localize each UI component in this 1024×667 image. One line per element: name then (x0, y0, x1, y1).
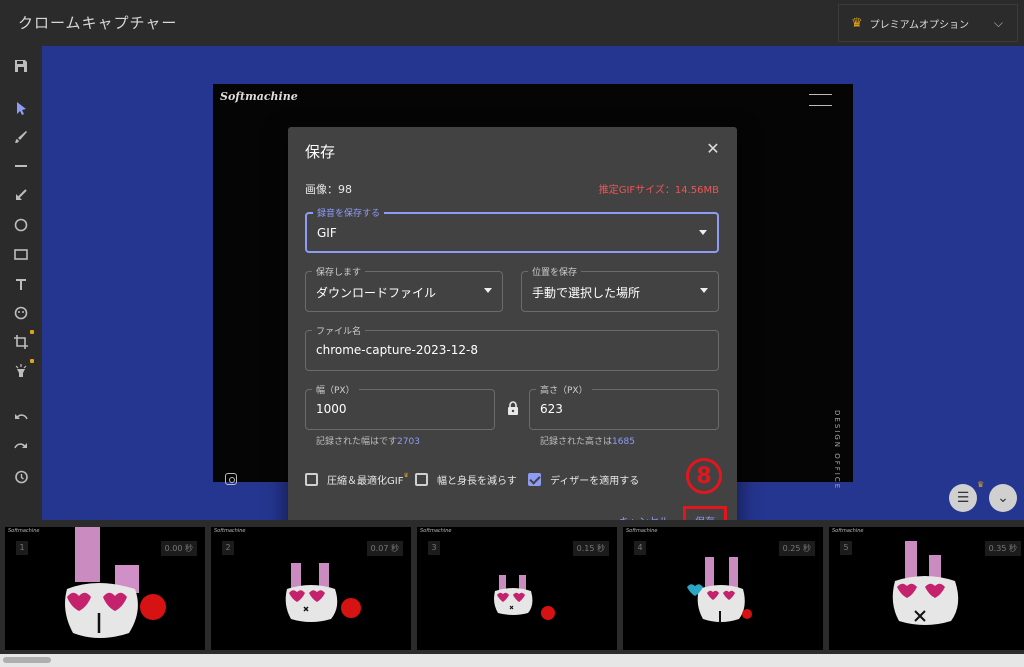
frame-brand: Softmachine (832, 528, 864, 534)
frame-time: 0.25 秒 (778, 541, 815, 556)
format-select[interactable]: 録音を保存する GIF (305, 206, 719, 253)
save-tool-icon[interactable] (11, 56, 31, 76)
top-bar: クロームキャプチャー ♛ プレミアムオプション ⌵ (0, 0, 1024, 46)
tool-sidebar (0, 46, 42, 520)
arrow-icon[interactable] (11, 185, 31, 205)
height-helper: 記録された高さは1685 (540, 434, 635, 447)
scrollbar-thumb[interactable] (3, 657, 51, 663)
lock-icon[interactable] (507, 401, 519, 415)
estimated-size: 推定GIFサイズ：14.56MB (598, 185, 719, 196)
frame-thumbnail[interactable]: Softmachine 1 0.00 秒 (5, 527, 205, 650)
compress-optimize-checkbox[interactable]: 圧縮＆最適化GIF ♛ (305, 472, 409, 487)
side-vertical-text: DESIGN OFFICE (833, 410, 841, 491)
emoji-icon[interactable] (11, 303, 31, 323)
format-label: 録音を保存する (313, 206, 385, 219)
chevron-down-icon: ⌵ (993, 16, 1003, 30)
width-label: 幅（PX） (312, 383, 359, 396)
frame-thumbnail[interactable]: Softmachine 2 0.07 秒 (211, 527, 411, 650)
frame-thumbnail[interactable]: Softmachine 4 0.25 秒 (623, 527, 823, 650)
premium-label: プレミアムオプション (869, 19, 969, 31)
site-logo: Softmachine (220, 90, 298, 103)
width-helper-text: 記録された幅はです (316, 437, 398, 447)
close-icon[interactable]: ✕ (705, 141, 721, 157)
width-value: 1000 (316, 402, 347, 416)
compress-optimize-label: 圧縮＆最適化GIF (327, 476, 404, 487)
reduce-size-label: 幅と身長を減らす (437, 476, 517, 487)
frame-thumbnail[interactable]: Softmachine 5 0.35 秒 (829, 527, 1024, 650)
frame-index: 1 (16, 541, 28, 555)
step-marker: 8 (686, 458, 722, 494)
expand-fab-button[interactable]: ⌄ (989, 484, 1017, 512)
dialog-title: 保存 (305, 143, 336, 161)
frame-brand: Softmachine (214, 528, 246, 534)
checkbox-checked (528, 473, 541, 486)
premium-dot-icon (30, 330, 34, 334)
horizontal-scrollbar[interactable] (0, 654, 1024, 667)
premium-options-dropdown[interactable]: ♛ プレミアムオプション ⌵ (838, 4, 1018, 42)
height-input[interactable]: 高さ（PX） 623 (529, 383, 719, 430)
frame-time: 0.15 秒 (572, 541, 609, 556)
frame-time: 0.35 秒 (984, 541, 1021, 556)
caret-down-icon (700, 288, 708, 293)
frame-time: 0.00 秒 (160, 541, 197, 556)
frame-time: 0.07 秒 (366, 541, 403, 556)
recorded-height: 1685 (612, 437, 635, 447)
image-count: 画像：98 (305, 183, 352, 196)
checkbox-box (415, 473, 428, 486)
caret-down-icon (484, 288, 492, 293)
height-label: 高さ（PX） (536, 383, 592, 396)
reduce-size-checkbox[interactable]: 幅と身長を減らす (415, 472, 517, 487)
caret-down-icon (699, 230, 707, 235)
save-dialog: 保存 ✕ 画像：98 推定GIFサイズ：14.56MB 録音を保存する GIF … (288, 127, 737, 539)
line-icon[interactable] (11, 156, 31, 176)
hamburger-icon (809, 94, 832, 106)
checkbox-box (305, 473, 318, 486)
filename-value: chrome-capture-2023-12-8 (316, 343, 478, 357)
frame-brand: Softmachine (420, 528, 452, 534)
circle-icon[interactable] (11, 215, 31, 235)
instagram-icon (225, 473, 237, 485)
undo-icon[interactable] (11, 408, 31, 428)
frame-brand: Softmachine (626, 528, 658, 534)
menu-icon: ☰ (956, 490, 970, 506)
frame-brand: Softmachine (8, 528, 40, 534)
save-type-select[interactable]: 保存します ダウンロードファイル (305, 265, 503, 312)
crown-icon: ♛ (851, 15, 863, 31)
filename-input[interactable]: ファイル名 chrome-capture-2023-12-8 (305, 324, 719, 371)
menu-fab-button[interactable]: ☰ (949, 484, 977, 512)
frame-index: 3 (428, 541, 440, 555)
height-helper-text: 記録された高さは (540, 437, 613, 447)
history-icon[interactable] (11, 467, 31, 487)
format-value: GIF (317, 226, 337, 240)
redo-icon[interactable] (11, 437, 31, 457)
crown-icon: ♛ (977, 480, 985, 489)
save-location-select[interactable]: 位置を保存 手動で選択した場所 (521, 265, 719, 312)
recorded-width: 2703 (397, 437, 420, 447)
frame-index: 5 (840, 541, 852, 555)
select-cursor-icon[interactable] (11, 98, 31, 118)
text-icon[interactable] (11, 274, 31, 294)
width-input[interactable]: 幅（PX） 1000 (305, 383, 495, 430)
frame-thumbnail[interactable]: Softmachine 3 0.15 秒 (417, 527, 617, 650)
frame-index: 2 (222, 541, 234, 555)
save-type-value: ダウンロードファイル (316, 286, 437, 300)
spotlight-icon[interactable] (11, 359, 34, 381)
app-title: クロームキャプチャー (18, 14, 178, 32)
crop-icon[interactable] (11, 330, 34, 352)
frame-index: 4 (634, 541, 646, 555)
crown-icon: ♛ (403, 472, 409, 479)
brush-icon[interactable] (11, 127, 31, 147)
dither-checkbox[interactable]: ディザーを適用する (528, 472, 639, 487)
dither-label: ディザーを適用する (550, 476, 640, 487)
premium-dot-icon (30, 359, 34, 363)
save-location-label: 位置を保存 (528, 265, 582, 278)
chevron-down-icon: ⌄ (997, 490, 1009, 506)
save-location-value: 手動で選択した場所 (532, 286, 641, 300)
height-value: 623 (540, 402, 563, 416)
width-helper: 記録された幅はです2703 (316, 434, 420, 447)
frame-filmstrip: Softmachine 1 0.00 秒 Softmachine 2 0.07 … (0, 520, 1024, 654)
filename-label: ファイル名 (312, 324, 366, 337)
rectangle-icon[interactable] (11, 244, 31, 264)
save-type-label: 保存します (312, 265, 366, 278)
